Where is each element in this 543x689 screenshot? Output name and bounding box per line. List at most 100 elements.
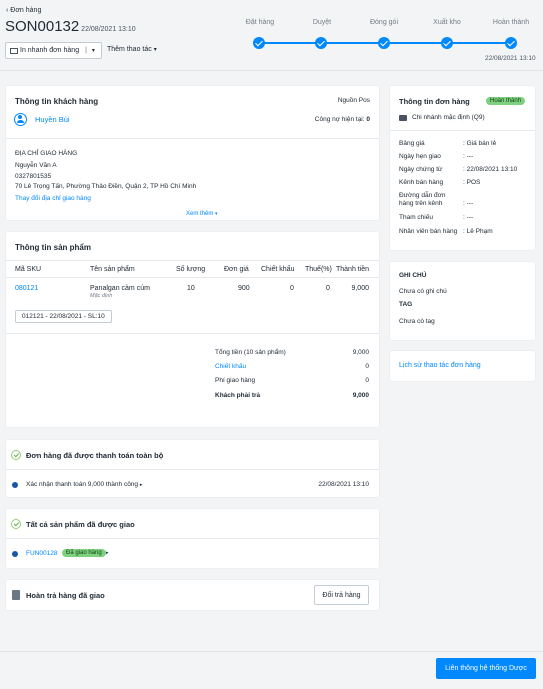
- completed-date: 22/08/2021 13:10: [485, 55, 536, 62]
- payment-title: Đơn hàng đã được thanh toán toàn bộ: [26, 451, 164, 460]
- col-qty: Số lượng: [176, 266, 206, 273]
- note-value: Chưa có ghi chú: [399, 288, 447, 295]
- order-date: 22/08/2021 13:10: [81, 26, 136, 33]
- check-circle-icon: [11, 519, 21, 529]
- more-actions-button[interactable]: Thêm thao tác ▾: [107, 46, 157, 53]
- customer-card: Thông tin khách hàng Nguồn Pos Huyền Bùi…: [6, 86, 379, 220]
- return-title: Hoàn trả hàng đã giao: [26, 591, 105, 600]
- truck-icon: [399, 115, 407, 121]
- row-qty: 10: [187, 285, 195, 292]
- field-value: : 22/08/2021 13:10: [463, 166, 518, 173]
- divider: [6, 333, 379, 334]
- total-value: 9,000: [352, 349, 369, 356]
- row-price: 900: [238, 285, 250, 292]
- payment-card: Đơn hàng đã được thanh toán toàn bộ Xác …: [6, 440, 379, 497]
- col-total: Thành tiền: [336, 266, 370, 273]
- order-info-title: Thông tin đơn hàng: [399, 97, 470, 106]
- step-check-icon: [378, 37, 390, 49]
- customer-name[interactable]: Huyền Bùi: [35, 115, 70, 124]
- check-circle-icon: [11, 450, 21, 460]
- shipment-code[interactable]: FUN00128: [26, 550, 57, 557]
- field-label: Ngày chứng từ: [399, 166, 443, 173]
- field-label: Tham chiếu: [399, 214, 433, 221]
- debt: Công nợ hiện tại: 0: [315, 116, 370, 123]
- row-variant: Mặc định: [90, 293, 113, 299]
- header-divider: [0, 70, 543, 71]
- payment-entry-text: Xác nhận thanh toán 9,000 thành công: [26, 481, 139, 488]
- footer-divider: [0, 651, 543, 652]
- payment-entry-date: 22/08/2021 13:10: [318, 481, 369, 488]
- caret-down-icon[interactable]: ▾: [92, 47, 95, 54]
- page-title: SON00132 22/08/2021 13:10: [5, 18, 136, 35]
- printer-icon: [10, 47, 18, 54]
- lot-badge: 012121 - 22/08/2021 - SL:10: [15, 310, 112, 323]
- payable-value: 9,000: [352, 392, 369, 399]
- connect-pharmacy-button[interactable]: Liên thông hệ thống Dược: [436, 658, 536, 679]
- divider: [6, 469, 379, 470]
- step-label: Đặt hàng: [245, 19, 275, 26]
- back-label: Đơn hàng: [10, 7, 42, 14]
- print-label: In nhanh đơn hàng: [20, 47, 80, 54]
- divider: [6, 138, 379, 139]
- timeline-dot: [12, 482, 18, 488]
- branch-label: Chi nhánh mặc định (Q9): [412, 114, 485, 121]
- step-check-icon: [441, 37, 453, 49]
- step-label: Đóng gói: [369, 19, 399, 26]
- step-check-icon: [315, 37, 327, 49]
- row-sku[interactable]: 080121: [15, 285, 38, 292]
- chevron-right-icon: ▸: [139, 482, 143, 488]
- notes-card: GHI CHÚ Chưa có ghi chú TAG Chưa có tag: [390, 262, 535, 340]
- step-check-icon: [505, 37, 517, 49]
- field-value: : Lê Phạm: [463, 228, 493, 235]
- note-title: GHI CHÚ: [399, 272, 427, 279]
- field-value: : ---: [463, 200, 474, 207]
- table-row: 080121 Panalgan cảm cúm Mặc định 10 900 …: [6, 278, 379, 338]
- more-actions-label: Thêm thao tác: [107, 46, 152, 53]
- total-label: Tổng tiền (10 sản phẩm): [215, 349, 286, 356]
- change-address-link[interactable]: Thay đổi địa chỉ giao hàng: [15, 195, 91, 202]
- step-label: Hoàn thành: [492, 19, 530, 26]
- products-card: Thông tin sản phẩm Mã SKU Tên sản phẩm S…: [6, 232, 379, 427]
- col-name: Tên sản phẩm: [90, 266, 135, 273]
- payment-entry[interactable]: Xác nhận thanh toán 9,000 thành công ▸: [26, 481, 142, 488]
- delivery-card: Tất cả sản phẩm đã được giao FUN00128 Đã…: [6, 509, 379, 568]
- row-name: Panalgan cảm cúm: [90, 285, 150, 292]
- return-icon: [12, 590, 20, 600]
- chevron-right-icon[interactable]: ▸: [106, 550, 109, 556]
- divider: |: [85, 47, 87, 54]
- step-label: Xuất kho: [433, 19, 461, 26]
- order-info-card: Thông tin đơn hàng Hoàn thành Chi nhánh …: [390, 86, 535, 250]
- field-label: Kênh bán hàng: [399, 179, 444, 186]
- debt-value: 0: [366, 116, 370, 123]
- see-more-link[interactable]: Xem thêm ▾: [186, 211, 218, 217]
- field-value: : POS: [463, 179, 481, 186]
- field-label: Đường dẫn đơn hàng trên kênh: [399, 192, 446, 207]
- tag-title: TAG: [399, 301, 413, 308]
- divider: [390, 130, 535, 131]
- col-sku: Mã SKU: [15, 266, 42, 273]
- order-code: SON00132: [5, 18, 80, 35]
- user-icon: [14, 113, 27, 126]
- field-value: : ---: [463, 214, 474, 221]
- exchange-return-button[interactable]: Đổi trả hàng: [314, 585, 369, 605]
- row-discount: 0: [290, 285, 294, 292]
- col-tax: Thuế(%): [305, 266, 332, 273]
- field-value: : Giá bán lẻ: [463, 140, 497, 147]
- history-link[interactable]: Lịch sử thao tác đơn hàng: [399, 362, 481, 369]
- step-check-icon: [253, 37, 265, 49]
- recipient-phone: 0327801535: [15, 173, 52, 180]
- row-total: 9,000: [351, 285, 369, 292]
- print-button[interactable]: In nhanh đơn hàng | ▾: [5, 42, 102, 59]
- field-label: Ngày hẹn giao: [399, 153, 441, 160]
- debt-label: Công nợ hiện tại:: [314, 116, 365, 123]
- discount-value: 0: [365, 363, 369, 370]
- discount-link[interactable]: Chiết khấu: [215, 363, 246, 370]
- payable-label: Khách phải trả: [215, 392, 261, 399]
- shipping-value: 0: [365, 377, 369, 384]
- delivery-title: Tất cả sản phẩm đã được giao: [26, 520, 135, 529]
- customer-source: Nguồn Pos: [337, 97, 370, 104]
- field-label: Nhân viên bán hàng: [399, 228, 458, 235]
- timeline-dot: [12, 551, 18, 557]
- row-tax: 0: [326, 285, 330, 292]
- back-link[interactable]: ‹ Đơn hàng: [6, 7, 41, 14]
